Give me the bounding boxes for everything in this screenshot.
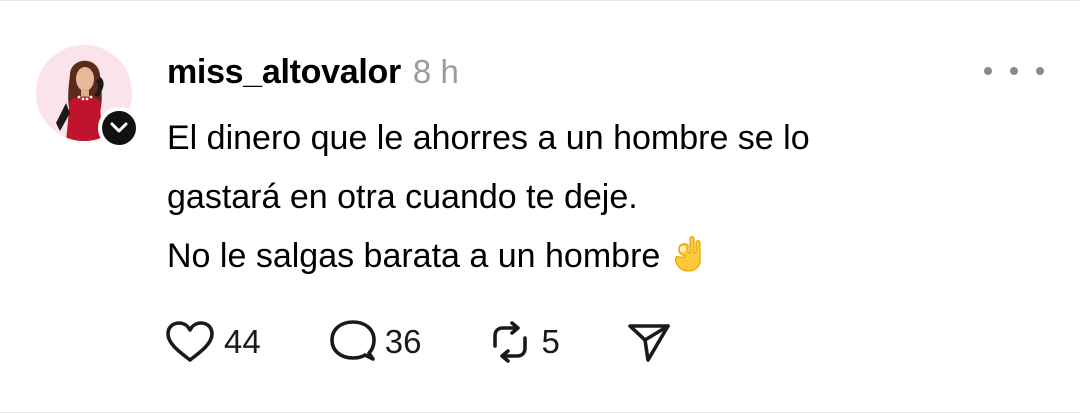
chevron-down-icon [110,122,128,133]
post-text-line: gastará en otra cuando te deje. [167,178,638,216]
post-text: El dinero que le ahorres a un hombre se … [167,109,987,292]
reply-button[interactable]: 36 [329,319,422,365]
repost-button[interactable]: 5 [487,320,560,364]
post-timestamp[interactable]: 8 h [413,53,459,91]
like-count: 44 [224,323,261,360]
avatar-container[interactable] [36,45,140,149]
more-dot [1010,67,1018,75]
username[interactable]: miss_altovalor [167,53,401,92]
repost-count: 5 [541,323,560,360]
post-text-line-content: No le salgas barata a un hombre [167,237,661,275]
repost-icon [493,321,528,363]
heart-icon [166,321,214,362]
more-dot [984,67,992,75]
post-text-line: No le salgas barata a un hombre [167,227,987,292]
post-card: miss_altovalor 8 h El dinero que le ahor… [0,0,1080,413]
speech-bubble-icon [329,320,376,361]
post-text-line: El dinero que le ahorres a un hombre se … [167,119,810,157]
send-icon [627,324,670,362]
action-bar: 44 36 5 [164,318,672,366]
reply-count: 36 [384,323,422,360]
verified-badge[interactable] [98,107,140,149]
more-dot [1036,67,1044,75]
more-options-button[interactable] [984,59,1044,83]
ok-hand-icon [670,233,706,292]
like-button[interactable]: 44 [164,320,261,364]
post-header: miss_altovalor 8 h [167,53,459,92]
share-button[interactable] [626,320,672,364]
